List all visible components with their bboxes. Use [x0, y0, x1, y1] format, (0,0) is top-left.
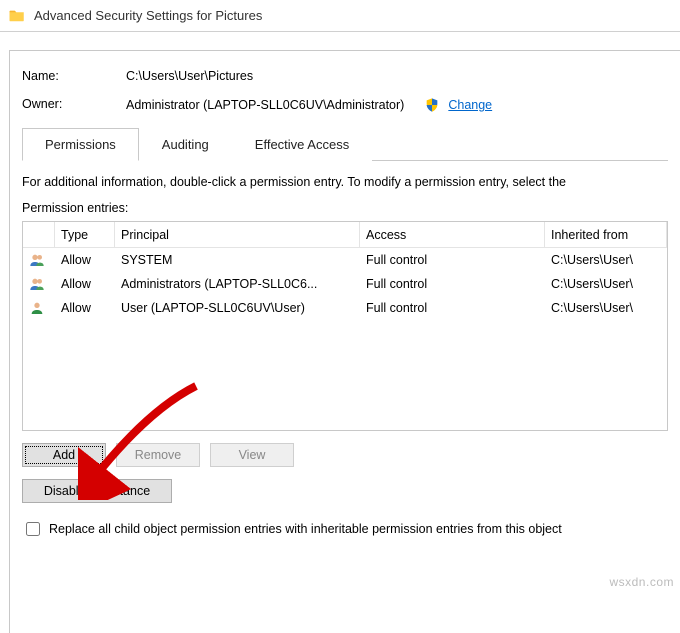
cell-access: Full control	[360, 277, 545, 291]
owner-value: Administrator (LAPTOP-SLL0C6UV\Administr…	[126, 98, 404, 112]
instruction-text: For additional information, double-click…	[22, 175, 668, 189]
tab-panel-permissions: For additional information, double-click…	[22, 161, 668, 539]
group-icon	[29, 276, 45, 292]
col-access[interactable]: Access	[360, 222, 545, 247]
tab-strip: Permissions Auditing Effective Access	[22, 127, 668, 161]
button-row-2: Disable inheritance	[22, 479, 668, 503]
replace-checkbox-row: Replace all child object permission entr…	[22, 519, 668, 539]
table-header: Type Principal Access Inherited from	[23, 222, 667, 248]
table-row[interactable]: Allow SYSTEM Full control C:\Users\User\	[23, 248, 667, 272]
name-value: C:\Users\User\Pictures	[126, 69, 253, 83]
cell-type: Allow	[55, 253, 115, 267]
cell-principal: User (LAPTOP-SLL0C6UV\User)	[115, 301, 360, 315]
window-title: Advanced Security Settings for Pictures	[34, 8, 262, 23]
replace-checkbox-label: Replace all child object permission entr…	[49, 522, 562, 536]
permission-entries-label: Permission entries:	[22, 201, 668, 215]
button-row: Add Remove View	[22, 443, 668, 467]
cell-inherited: C:\Users\User\	[545, 253, 667, 267]
view-button: View	[210, 443, 294, 467]
name-row: Name: C:\Users\User\Pictures	[22, 69, 668, 83]
owner-label: Owner:	[22, 97, 126, 113]
group-icon	[29, 252, 45, 268]
add-button[interactable]: Add	[22, 443, 106, 467]
col-type[interactable]: Type	[55, 222, 115, 247]
tab-auditing[interactable]: Auditing	[139, 128, 232, 161]
cell-access: Full control	[360, 253, 545, 267]
tab-permissions[interactable]: Permissions	[22, 128, 139, 161]
change-owner-link[interactable]: Change	[448, 98, 492, 112]
cell-access: Full control	[360, 301, 545, 315]
titlebar: Advanced Security Settings for Pictures	[0, 0, 680, 32]
cell-type: Allow	[55, 277, 115, 291]
cell-inherited: C:\Users\User\	[545, 277, 667, 291]
permission-table[interactable]: Type Principal Access Inherited from All…	[22, 221, 668, 431]
name-label: Name:	[22, 69, 126, 83]
property-sheet: Name: C:\Users\User\Pictures Owner: Admi…	[9, 50, 680, 633]
replace-checkbox[interactable]	[26, 522, 40, 536]
owner-row: Owner: Administrator (LAPTOP-SLL0C6UV\Ad…	[22, 97, 668, 113]
table-row[interactable]: Allow Administrators (LAPTOP-SLL0C6... F…	[23, 272, 667, 296]
tab-effective-access[interactable]: Effective Access	[232, 128, 372, 161]
col-inherited-from[interactable]: Inherited from	[545, 222, 667, 247]
disable-inheritance-button[interactable]: Disable inheritance	[22, 479, 172, 503]
user-icon	[29, 300, 45, 316]
cell-principal: SYSTEM	[115, 253, 360, 267]
col-principal[interactable]: Principal	[115, 222, 360, 247]
table-row[interactable]: Allow User (LAPTOP-SLL0C6UV\User) Full c…	[23, 296, 667, 320]
cell-type: Allow	[55, 301, 115, 315]
remove-button: Remove	[116, 443, 200, 467]
folder-icon	[8, 7, 26, 25]
watermark: wsxdn.com	[609, 575, 674, 589]
cell-inherited: C:\Users\User\	[545, 301, 667, 315]
shield-icon	[424, 97, 440, 113]
cell-principal: Administrators (LAPTOP-SLL0C6...	[115, 277, 360, 291]
